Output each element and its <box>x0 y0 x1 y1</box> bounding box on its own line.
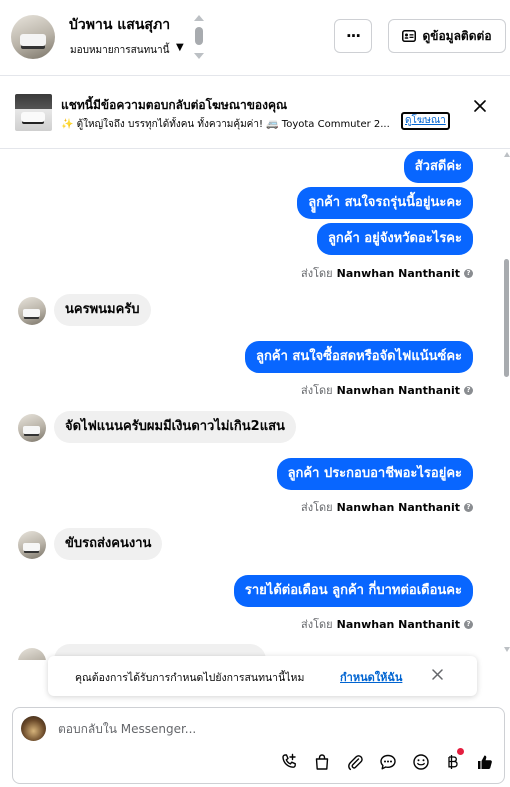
header-scrollbar[interactable] <box>193 15 205 59</box>
outgoing-message[interactable]: ลูกค้า อยู่จังหวัดอะไรคะ <box>316 223 473 255</box>
contact-card-icon <box>402 30 417 42</box>
contact-avatar[interactable] <box>11 15 55 59</box>
like-icon[interactable] <box>474 751 496 773</box>
outgoing-message[interactable]: ลูกค้า สนใจซื้อสดหรือจัดไฟแน้นซ์คะ <box>245 341 473 373</box>
shopping-bag-icon[interactable] <box>311 751 333 773</box>
thread-scrollbar[interactable] <box>503 152 510 652</box>
sent-by-label: ส่งโดย Nanwhan Nanthanit ? <box>301 498 473 516</box>
outgoing-message[interactable]: ลููกค้า สนใจรถรุ่นนี้อยู่นะคะ <box>297 187 473 219</box>
info-icon[interactable]: ? <box>464 619 473 629</box>
view-contact-button[interactable]: ดูข้อมูลติดต่อ <box>388 19 506 53</box>
sent-by-prefix: ส่งโดย <box>301 501 333 514</box>
close-icon[interactable] <box>474 100 486 112</box>
baht-payment-icon[interactable] <box>442 748 464 773</box>
saved-reply-icon[interactable] <box>377 751 399 773</box>
page-avatar <box>21 716 46 741</box>
incoming-message[interactable]: ขับรถส่งคนงาน <box>54 528 163 560</box>
incoming-message[interactable]: นครพนมครับ <box>54 294 151 326</box>
assign-suggestion-toast: คุณต้องการได้รับการกำหนดไปยังการสนทนานี้… <box>48 656 477 696</box>
contact-avatar-small[interactable] <box>18 531 46 559</box>
emoji-icon[interactable] <box>410 751 432 773</box>
contact-name[interactable]: บัวพาน แสนสุภา <box>69 14 170 36</box>
more-options-button[interactable]: ··· <box>334 19 372 53</box>
conversation-header: บัวพาน แสนสุภา มอบหมายการสนทนานี้ ▼ ··· … <box>0 0 510 76</box>
scroll-thumb[interactable] <box>504 259 509 377</box>
reply-input[interactable] <box>58 722 458 736</box>
paperclip-icon[interactable] <box>344 751 366 773</box>
sent-by-prefix: ส่งโดย <box>301 618 333 631</box>
contact-avatar-small[interactable] <box>18 648 46 660</box>
assign-dropdown-caret-icon[interactable]: ▼ <box>176 42 184 53</box>
scroll-down-icon[interactable] <box>504 647 510 652</box>
sent-by-prefix: ส่งโดย <box>301 384 333 397</box>
assign-to-me-link[interactable]: กำหนดให้ฉัน <box>340 668 402 686</box>
sender-name: Nanwhan Nanthanit <box>336 383 460 397</box>
info-icon[interactable]: ? <box>464 385 473 395</box>
sent-by-label: ส่งโดย Nanwhan Nanthanit ? <box>301 381 473 399</box>
scroll-down-icon[interactable] <box>194 53 204 59</box>
ad-description: ✨ ตู้ใหญ่ใจถึง บรรทุกได้ทั้งคน ทั้งความค… <box>61 119 390 130</box>
sent-by-label: ส่งโดย Nanwhan Nanthanit ? <box>301 615 473 633</box>
scroll-up-icon[interactable] <box>504 152 510 157</box>
info-icon[interactable]: ? <box>464 502 473 512</box>
call-add-icon[interactable] <box>278 751 300 773</box>
message-composer <box>12 707 505 784</box>
sent-by-prefix: ส่งโดย <box>301 267 333 280</box>
sender-name: Nanwhan Nanthanit <box>336 266 460 280</box>
contact-avatar-small[interactable] <box>18 297 46 325</box>
sender-name: Nanwhan Nanthanit <box>336 500 460 514</box>
scroll-thumb[interactable] <box>195 27 203 45</box>
scroll-up-icon[interactable] <box>194 15 204 21</box>
assign-conversation-label[interactable]: มอบหมายการสนทนานี้ <box>70 43 169 58</box>
view-ad-link[interactable]: ดูโฆษณา <box>401 112 450 130</box>
ad-thumbnail[interactable] <box>15 94 52 131</box>
contact-avatar-small[interactable] <box>18 414 46 442</box>
ad-banner-title: แชทนี้มีข้อความตอบกลับต่อโฆษณาของคุณ <box>61 98 288 112</box>
sender-name: Nanwhan Nanthanit <box>336 617 460 631</box>
incoming-message[interactable]: จัดไฟแนนครับผมมีเงินดาวไม่เกิน2แสน <box>54 411 296 443</box>
outgoing-message[interactable]: รายได้ต่อเดือน ลูกค้า กี่บาทต่อเดือนคะ <box>233 575 473 607</box>
view-contact-label: ดูข้อมูลติดต่อ <box>422 28 492 43</box>
sent-by-label: ส่งโดย Nanwhan Nanthanit ? <box>301 264 473 282</box>
outgoing-message[interactable]: สัวสดีค่ะ <box>403 151 473 183</box>
info-icon[interactable]: ? <box>464 268 473 278</box>
close-icon[interactable] <box>432 669 443 680</box>
ad-reply-banner: แชทนี้มีข้อความตอบกลับต่อโฆษณาของคุณ ✨ ต… <box>0 77 510 149</box>
message-thread[interactable]: สัวสดีค่ะ ลููกค้า สนใจรถรุ่นนี้อยู่นะคะ … <box>0 150 510 660</box>
assign-suggestion-text: คุณต้องการได้รับการกำหนดไปยังการสนทนานี้… <box>75 672 305 684</box>
notification-dot <box>457 748 464 755</box>
outgoing-message[interactable]: ลูกค้า ประกอบอาชีพอะไรอยู่คะ <box>276 458 473 490</box>
